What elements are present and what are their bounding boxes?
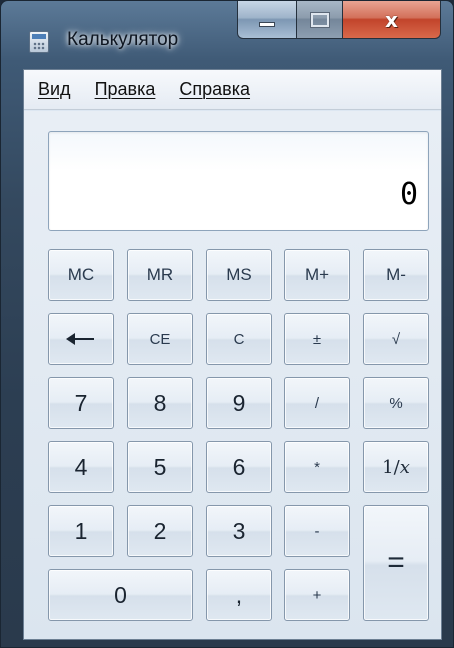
calculator-panel: 0 MC MR MS M+ M- CE C ± √ 7 8 9 / % 4 5 [24,111,441,639]
divide-button[interactable]: / [284,377,350,429]
digit-9-button[interactable]: 9 [206,377,272,429]
digit-2-button[interactable]: 2 [127,505,193,557]
display-value: 0 [399,177,418,212]
maximize-button[interactable] [297,1,343,39]
digit-4-button[interactable]: 4 [48,441,114,493]
clear-button[interactable]: C [206,313,272,365]
mc-button[interactable]: MC [48,249,114,301]
digit-6-button[interactable]: 6 [206,441,272,493]
digit-1-button[interactable]: 1 [48,505,114,557]
menu-bar: Вид Правка Справка [24,70,441,110]
ms-button[interactable]: MS [206,249,272,301]
percent-button[interactable]: % [363,377,429,429]
minus-button[interactable]: - [284,505,350,557]
menu-view[interactable]: Вид [30,79,83,100]
digit-3-button[interactable]: 3 [206,505,272,557]
m-plus-button[interactable]: M+ [284,249,350,301]
digit-7-button[interactable]: 7 [48,377,114,429]
menu-edit[interactable]: Правка [83,79,168,100]
mr-button[interactable]: MR [127,249,193,301]
sqrt-button[interactable]: √ [363,313,429,365]
close-icon: x [385,7,398,32]
minimize-icon [259,22,275,27]
maximize-icon [309,11,330,28]
digit-8-button[interactable]: 8 [127,377,193,429]
reciprocal-variable: x [399,456,410,478]
digit-5-button[interactable]: 5 [127,441,193,493]
close-button[interactable]: x [343,1,441,39]
decimal-button[interactable]: , [206,569,272,621]
window-controls: x [237,1,441,39]
plus-button[interactable]: + [284,569,350,621]
title-bar[interactable]: Калькулятор x [1,1,453,69]
equals-button[interactable]: = [363,505,429,621]
multiply-button[interactable]: * [284,441,350,493]
backspace-button[interactable] [48,313,114,365]
window-title: Калькулятор [67,29,179,50]
menu-help[interactable]: Справка [167,79,262,100]
backspace-arrow-icon [66,333,94,345]
calculator-app-icon[interactable] [29,31,49,53]
client-area: Вид Правка Справка 0 MC MR MS M+ M- CE C… [23,69,442,640]
digit-0-button[interactable]: 0 [48,569,193,621]
calculator-window: Калькулятор x Вид Правка Справка 0 MC MR… [0,0,454,648]
ce-button[interactable]: CE [127,313,193,365]
minimize-button[interactable] [237,1,297,39]
reciprocal-label: 1/ [382,456,400,478]
m-minus-button[interactable]: M- [363,249,429,301]
reciprocal-button[interactable]: 1/x [363,441,429,493]
plus-minus-button[interactable]: ± [284,313,350,365]
display: 0 [48,131,429,231]
